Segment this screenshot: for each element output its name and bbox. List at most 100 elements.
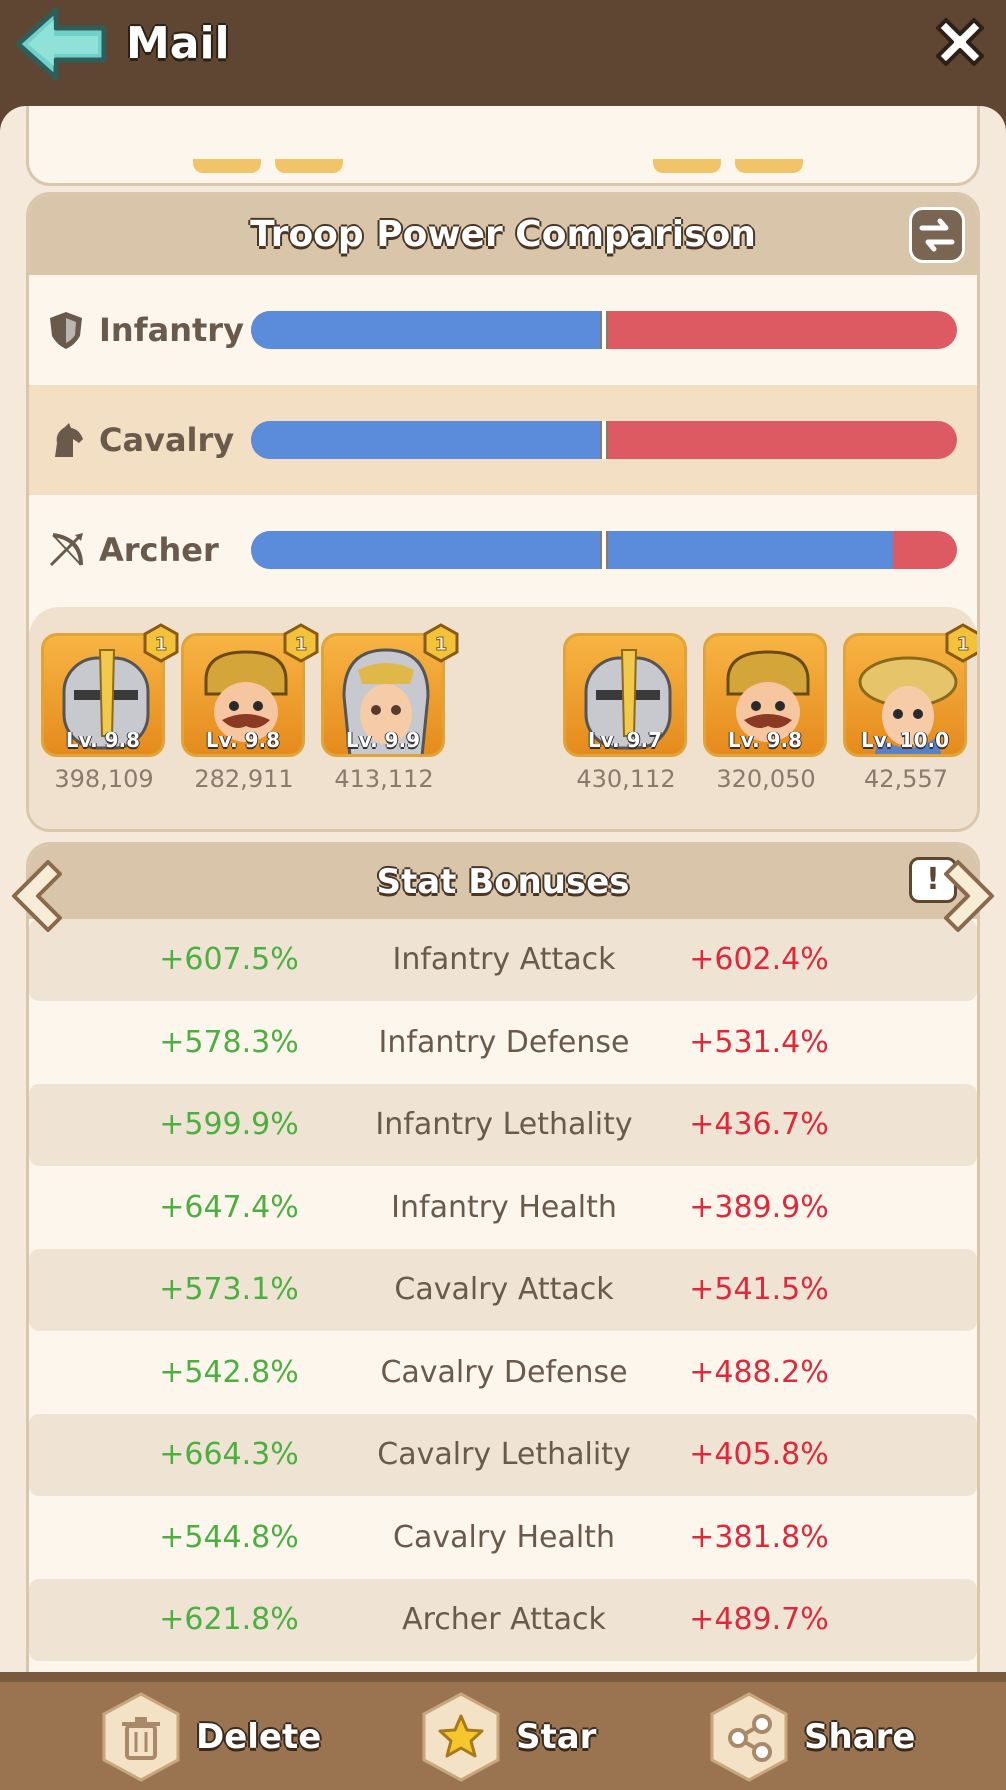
rank-badge-value: 1: [435, 634, 448, 655]
chevron-right-icon: [944, 860, 994, 932]
star-button[interactable]: Star: [420, 1692, 620, 1782]
rank-badge-value: 1: [295, 634, 308, 655]
delete-label: Delete: [196, 1717, 322, 1757]
hero-level: Lv. 9.8: [205, 728, 281, 752]
power-bar: [251, 311, 957, 349]
prev-card-tab: [735, 159, 803, 173]
hero-card[interactable]: Lv. 9.9 1 413,112: [321, 623, 459, 807]
hero-level: Lv. 9.8: [727, 728, 803, 752]
hero-power: 320,050: [716, 765, 816, 793]
stat-name: Cavalry Defense: [380, 1354, 628, 1390]
share-icon: [710, 1692, 788, 1782]
rank-badge-value: 1: [155, 634, 168, 655]
hero-card[interactable]: Lv. 9.7 430,112: [563, 633, 689, 807]
stat-bonuses: Stat Bonuses ! +607.5% Infantry Attack +60…: [26, 842, 980, 1680]
hero-power: 398,109: [54, 765, 154, 793]
action-bar: Delete Star Share: [0, 1672, 1006, 1790]
stat-left-value: +647.4%: [159, 1189, 299, 1225]
stat-left-value: +573.1%: [159, 1272, 299, 1307]
hero-power: 282,911: [194, 765, 294, 793]
stat-right-value: +489.7%: [689, 1602, 829, 1637]
troop-row-infantry: Infantry: [29, 275, 977, 385]
stat-row: +607.5% Infantry Attack +602.4%: [29, 919, 977, 1001]
close-button[interactable]: [928, 14, 992, 78]
stat-section-header: Stat Bonuses !: [29, 845, 977, 919]
stat-left-value: +621.8%: [159, 1602, 299, 1637]
stat-row: +542.8% Cavalry Defense +488.2%: [29, 1332, 977, 1414]
stat-right-value: +381.8%: [689, 1519, 829, 1555]
prev-card-tab: [653, 159, 721, 173]
stat-right-value: +531.4%: [689, 1024, 829, 1060]
stat-row: +647.4% Infantry Health +389.9%: [29, 1167, 977, 1249]
troop-section-header: Troop Power Comparison: [29, 195, 977, 275]
hero-card[interactable]: Lv. 9.8 1 398,109: [41, 623, 179, 807]
rank-badge-value: 1: [957, 634, 970, 655]
stat-row: +599.9% Infantry Lethality +436.7%: [29, 1084, 977, 1166]
mail-body[interactable]: Troop Power Comparison Infantry Cavalry Ar…: [0, 106, 1006, 1680]
stat-row: +573.1% Cavalry Attack +541.5%: [29, 1249, 977, 1331]
troop-label: Cavalry: [99, 421, 235, 459]
swap-icon: [919, 218, 955, 252]
mail-header: Mail: [0, 0, 1006, 108]
star-icon: [422, 1692, 500, 1782]
back-button[interactable]: [14, 6, 110, 84]
power-bar-left: [251, 421, 604, 459]
page-title: Mail: [126, 18, 230, 69]
stat-left-value: +578.3%: [159, 1024, 299, 1060]
hero-power: 430,112: [576, 765, 676, 793]
stat-right-value: +488.2%: [689, 1354, 829, 1390]
troop-power-comparison: Troop Power Comparison Infantry Cavalry Ar…: [26, 192, 980, 832]
stat-name: Infantry Defense: [378, 1024, 630, 1060]
stat-right-value: +389.9%: [689, 1189, 829, 1225]
troop-row-cavalry: Cavalry: [29, 385, 977, 495]
power-bar: [251, 531, 957, 569]
power-bar-marker: [600, 421, 608, 459]
stat-right-value: +541.5%: [689, 1272, 829, 1307]
stat-row: +578.3% Infantry Defense +531.4%: [29, 1002, 977, 1084]
stat-left-value: +607.5%: [159, 942, 299, 977]
troop-row-archer: Archer: [29, 495, 977, 605]
close-icon: [936, 18, 984, 66]
hero-power: 413,112: [334, 765, 434, 793]
power-bar-left: [251, 311, 604, 349]
shield-icon: [50, 312, 82, 349]
troop-label: Archer: [99, 531, 219, 569]
stat-left-value: +544.8%: [159, 1519, 299, 1555]
rank-badge-icon: 1: [283, 623, 319, 663]
power-bar-marker: [600, 531, 608, 569]
hero-card[interactable]: Lv. 9.8 1 282,911: [181, 623, 319, 807]
bow-icon: [49, 533, 83, 567]
previous-card: [26, 106, 980, 186]
hero-card[interactable]: Lv. 9.8 320,050: [703, 633, 829, 807]
troop-label: Infantry: [99, 311, 244, 349]
footer-divider: [0, 1672, 1006, 1682]
hero-card[interactable]: Lv. 10.0 1 42,557: [843, 623, 977, 807]
star-label: Star: [516, 1717, 597, 1757]
stat-left-value: +542.8%: [159, 1354, 299, 1390]
stat-name: Infantry Attack: [392, 942, 616, 977]
stat-left-value: +599.9%: [159, 1107, 299, 1142]
share-button[interactable]: Share: [708, 1692, 938, 1782]
stat-name: Cavalry Attack: [394, 1272, 614, 1307]
hero-lineup: Lv. 9.8 1 398,109 Lv. 9.8 1 282,911 Lv. 9.9 1 41…: [29, 607, 977, 829]
share-label: Share: [804, 1717, 916, 1757]
stat-row: +544.8% Cavalry Health +381.8%: [29, 1497, 977, 1579]
prev-card-tab: [193, 159, 261, 173]
stat-right-value: +436.7%: [689, 1107, 829, 1142]
stat-section-title: Stat Bonuses: [376, 862, 630, 902]
rank-badge-icon: 1: [945, 623, 977, 663]
stat-name: Infantry Health: [391, 1189, 617, 1225]
chevron-left-icon: [12, 860, 62, 932]
stat-row: +621.8% Archer Attack +489.7%: [29, 1579, 977, 1661]
hero-level: Lv. 9.7: [587, 728, 663, 752]
back-arrow-icon: [15, 7, 107, 81]
horse-icon: [55, 423, 83, 457]
power-bar: [251, 421, 957, 459]
swap-button[interactable]: [909, 207, 965, 263]
delete-button[interactable]: Delete: [100, 1692, 322, 1782]
next-page-arrow[interactable]: [942, 856, 1002, 936]
power-bar-left: [251, 531, 894, 569]
rank-badge-icon: 1: [143, 623, 179, 663]
previous-page-arrow[interactable]: [4, 856, 64, 936]
stat-name: Infantry Lethality: [375, 1107, 633, 1142]
